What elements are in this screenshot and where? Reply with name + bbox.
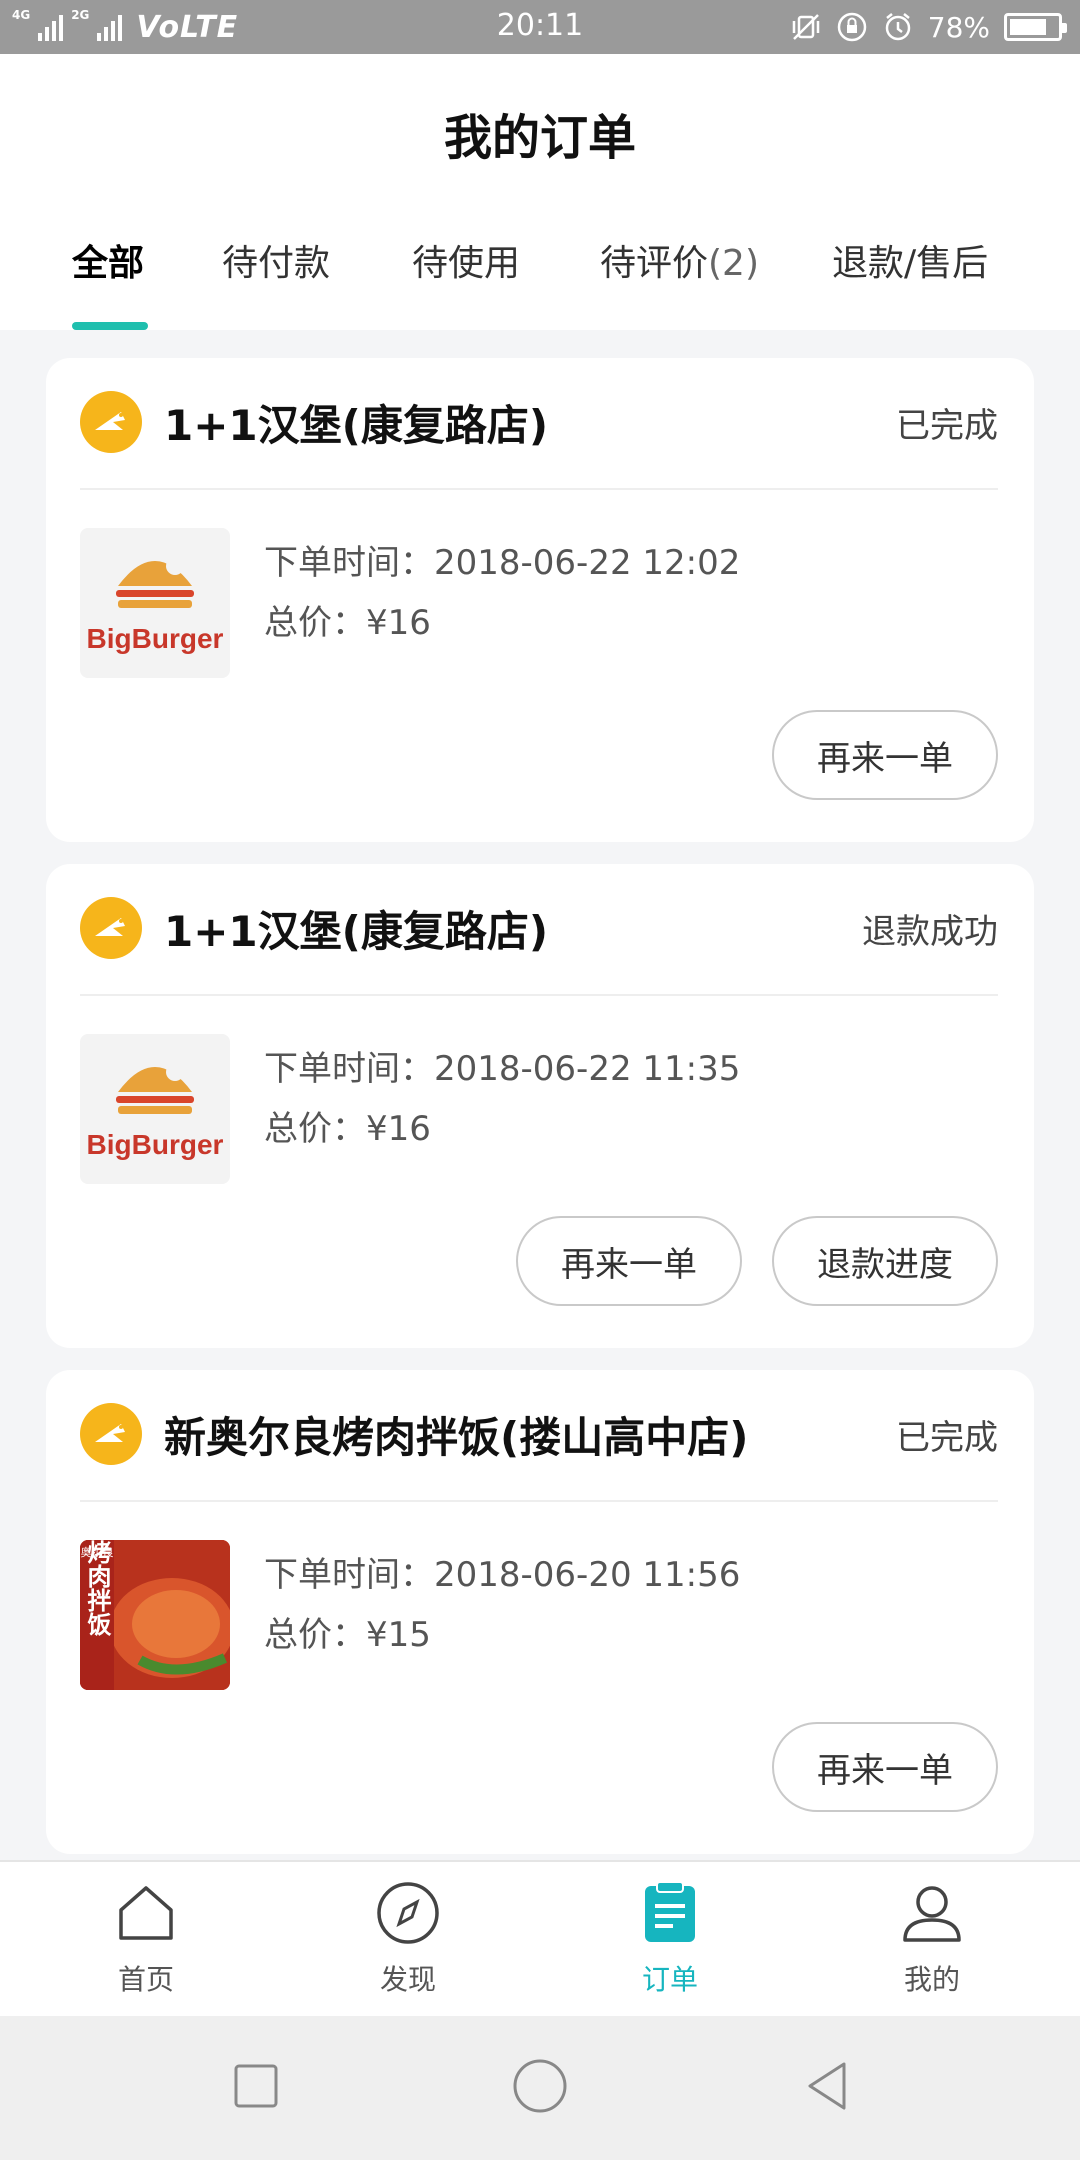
order-card[interactable]: 1+1汉堡(康复路店) 退款成功 BigBurger 下单时间：2018-06-… [46, 864, 1034, 1348]
order-status: 退款成功 [862, 911, 998, 952]
product-thumbnail[interactable]: BigBurger [80, 1034, 230, 1184]
shop-name[interactable]: 1+1汉堡(康复路店) [164, 392, 548, 453]
order-status: 已完成 [896, 405, 998, 446]
tab-to-use[interactable]: 待使用 [412, 234, 520, 286]
shop-name[interactable]: 新奥尔良烤肉拌饭(搂山高中店) [164, 1404, 748, 1465]
home-icon [119, 1886, 173, 1940]
shop-logo-icon [80, 897, 142, 959]
reorder-button[interactable]: 再来一单 [772, 1722, 998, 1812]
tab-to-review[interactable]: 待评价(2) [600, 234, 759, 286]
recent-apps-icon[interactable] [226, 2056, 286, 2116]
order-card[interactable]: 1+1汉堡(康复路店) 已完成 BigBurger 下单时间：2018-06-2… [46, 358, 1034, 842]
compass-icon [377, 1882, 439, 1944]
order-total: 总价：¥15 [264, 1615, 431, 1655]
vibrate-icon [792, 14, 820, 40]
tab-review-count: (2) [708, 243, 760, 284]
nav-mine[interactable]: 我的 [842, 1880, 1022, 1998]
shop-name[interactable]: 1+1汉堡(康复路店) [164, 898, 548, 959]
tab-bar: 全部 待付款 待使用 待评价(2) 退款/售后 [0, 234, 1080, 330]
status-bar: 4G 2G VoLTE 20:11 78% [0, 0, 1080, 54]
tab-refund-aftersale[interactable]: 退款/售后 [832, 234, 988, 286]
rice-bowl-image: 奥尔良 烤肉拌饭 [80, 1540, 230, 1690]
order-time: 下单时间：2018-06-20 11:56 [264, 1555, 741, 1595]
svg-text:BigBurger: BigBurger [87, 1129, 224, 1160]
order-card[interactable]: 新奥尔良烤肉拌饭(搂山高中店) 已完成 奥尔良 烤肉拌饭 下单时间：2018-0… [46, 1370, 1034, 1854]
back-icon[interactable] [798, 2056, 858, 2116]
battery-icon [1004, 13, 1067, 41]
svg-text:BigBurger: BigBurger [87, 623, 224, 654]
home-button-icon[interactable] [510, 2056, 570, 2116]
system-nav-bar [0, 2016, 1080, 2160]
shop-logo-icon [80, 391, 142, 453]
user-icon [903, 1886, 961, 1942]
bottom-nav: 首页 发现 订单 我的 [0, 1860, 1080, 2016]
nav-home[interactable]: 首页 [56, 1880, 236, 1998]
burger-logo: BigBurger [87, 557, 224, 654]
battery-percent: 78% [927, 10, 990, 44]
tab-indicator [72, 322, 148, 330]
product-thumbnail[interactable]: 奥尔良 烤肉拌饭 [80, 1540, 230, 1690]
order-time: 下单时间：2018-06-22 11:35 [264, 1049, 741, 1089]
divider [80, 488, 998, 490]
svg-text:烤肉拌饭: 烤肉拌饭 [83, 1540, 111, 1637]
nav-orders[interactable]: 订单 [580, 1880, 760, 1998]
alarm-icon [885, 13, 911, 41]
divider [80, 994, 998, 996]
rotation-lock-icon [837, 12, 867, 42]
order-total: 总价：¥16 [264, 603, 431, 643]
reorder-button[interactable]: 再来一单 [772, 710, 998, 800]
order-total: 总价：¥16 [264, 1109, 431, 1149]
order-status: 已完成 [896, 1417, 998, 1458]
order-icon [645, 1881, 695, 1942]
product-thumbnail[interactable]: BigBurger [80, 528, 230, 678]
shop-logo-icon [80, 1403, 142, 1465]
tab-pending-payment[interactable]: 待付款 [222, 234, 330, 286]
refund-progress-button[interactable]: 退款进度 [772, 1216, 998, 1306]
page-title: 我的订单 [443, 110, 636, 166]
order-time: 下单时间：2018-06-22 12:02 [264, 543, 741, 583]
divider [80, 1500, 998, 1502]
nav-discover[interactable]: 发现 [318, 1880, 498, 1998]
tab-all[interactable]: 全部 [72, 234, 144, 286]
burger-logo: BigBurger [87, 1063, 224, 1160]
header: 我的订单 全部 待付款 待使用 待评价(2) 退款/售后 [0, 54, 1080, 330]
reorder-button[interactable]: 再来一单 [516, 1216, 742, 1306]
